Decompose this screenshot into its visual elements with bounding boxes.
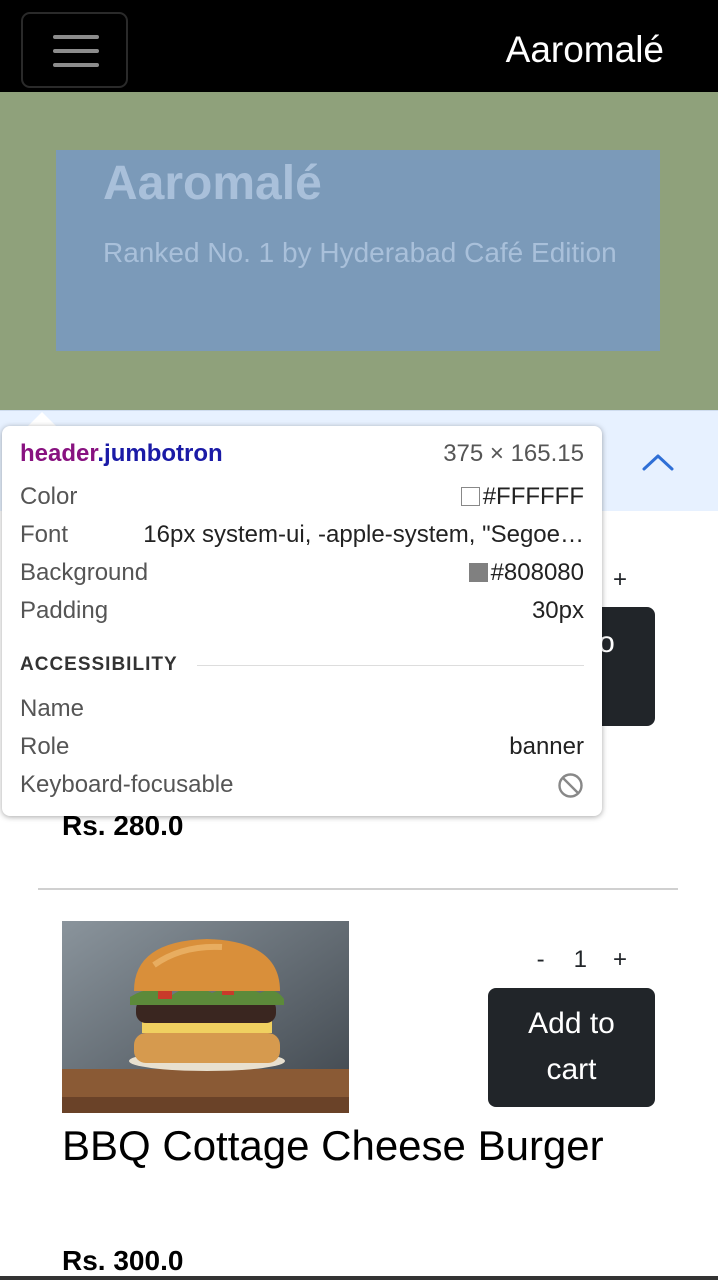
inspector-value: #FFFFFF — [482, 483, 584, 510]
qty-plus-button[interactable]: + — [606, 946, 634, 974]
inspector-row-color: Color #FFFFFF — [20, 482, 584, 512]
product-title: BBQ Cottage Cheese Burger — [62, 1122, 604, 1169]
jumbotron-title: Aaromalé — [103, 157, 322, 210]
accessibility-heading: ACCESSIBILITY — [20, 654, 178, 675]
inspector-value: banner — [509, 733, 584, 760]
inspector-row-role: Role banner — [20, 732, 584, 762]
inspector-row-padding: Padding 30px — [20, 596, 584, 626]
inspector-label: Role — [20, 733, 70, 760]
inspector-label: Font — [20, 521, 69, 548]
add-to-cart-button[interactable]: Add to cart — [488, 988, 655, 1107]
inspector-value: 16px system-ui, -apple-system, "Segoe… — [143, 521, 584, 548]
inspector-label: Name — [20, 695, 85, 722]
inspector-row-keyboard-focusable: Keyboard-focusable — [20, 770, 584, 800]
product-divider — [38, 888, 678, 890]
qty-minus-button[interactable]: - — [527, 946, 555, 974]
add-to-cart-label: Add to — [528, 1007, 615, 1040]
inspector-size: 375 × 165.15 — [443, 440, 584, 467]
jumbotron-subtitle: Ranked No. 1 by Hyderabad Café Edition — [103, 237, 617, 268]
jumbotron-header: Aaromalé Ranked No. 1 by Hyderabad Café … — [0, 92, 718, 410]
color-swatch-icon — [468, 563, 488, 582]
bottom-edge — [0, 1276, 718, 1280]
not-allowed-icon — [558, 773, 583, 798]
inspector-tooltip-arrow — [28, 412, 56, 426]
navbar: Aaromalé — [0, 0, 718, 92]
inspector-label: Background — [20, 559, 149, 586]
inspector-element-selector: header.jumbotron 375 × 165.15 — [20, 439, 584, 469]
inspector-label: Padding — [20, 597, 109, 624]
inspector-label: Keyboard-focusable — [20, 771, 234, 798]
section-divider — [197, 665, 584, 666]
color-swatch-icon — [460, 487, 480, 506]
content-highlight: Aaromalé Ranked No. 1 by Hyderabad Café … — [56, 150, 660, 351]
chevron-up-icon[interactable] — [638, 447, 678, 477]
burger-image — [62, 921, 349, 1113]
navbar-brand[interactable]: Aaromalé — [506, 28, 664, 72]
inspector-value: #808080 — [490, 559, 584, 586]
inspector-row-font: Font 16px system-ui, -apple-system, "Seg… — [20, 520, 584, 550]
inspector-tag: header — [20, 440, 98, 467]
inspector-value: 30px — [531, 597, 584, 624]
quantity-stepper: - 1 + — [527, 946, 634, 974]
inspector-row-background: Background #808080 — [20, 558, 584, 588]
inspector-class: .jumbotron — [97, 440, 223, 467]
product-price: Rs. 300.0 — [62, 1245, 184, 1276]
qty-value: 1 — [573, 946, 587, 973]
inspector-tooltip: header.jumbotron 375 × 165.15 Color #FFF… — [2, 426, 602, 816]
qty-plus-button[interactable]: + — [606, 566, 634, 594]
navbar-toggler-button[interactable] — [21, 12, 128, 88]
inspector-row-name: Name — [20, 694, 584, 724]
inspector-label: Color — [20, 483, 78, 510]
add-to-cart-label: cart — [546, 1053, 597, 1086]
